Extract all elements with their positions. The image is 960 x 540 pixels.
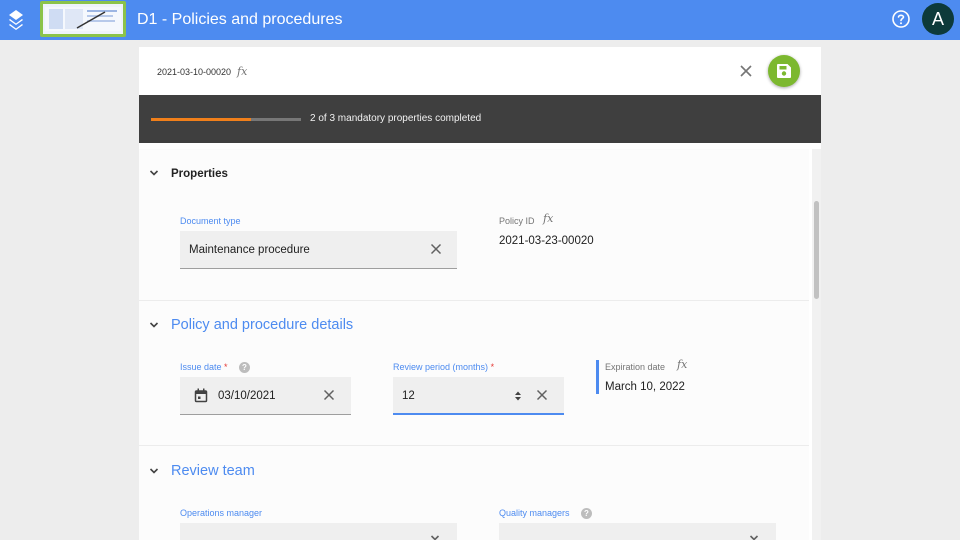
scrollbar-thumb[interactable]	[814, 201, 819, 299]
document-type-value: Maintenance procedure	[189, 244, 310, 256]
section-title-properties[interactable]: Properties	[171, 167, 228, 181]
progress-text: 2 of 3 mandatory properties completed	[310, 113, 482, 124]
save-button[interactable]	[768, 55, 800, 87]
scrollbar[interactable]	[812, 149, 821, 540]
expiration-indicator	[596, 360, 599, 394]
chevron-down-icon[interactable]	[149, 321, 159, 329]
floppy-disk-icon	[777, 64, 791, 78]
quality-managers-label: Quality managers	[499, 508, 570, 518]
calendar-icon[interactable]	[194, 388, 208, 403]
chevron-down-icon[interactable]	[430, 534, 440, 540]
document-header: 2021-03-10-00020 fx	[139, 47, 821, 95]
issue-date-value: 03/10/2021	[218, 390, 276, 402]
formula-icon[interactable]: fx	[677, 358, 687, 371]
document-panel: 2021-03-10-00020 fx 2 of 3 mandatory pro…	[139, 47, 821, 540]
section-divider	[139, 445, 809, 446]
section-divider	[139, 300, 809, 301]
document-thumbnail[interactable]	[40, 1, 126, 37]
review-period-field[interactable]: 12	[393, 377, 564, 415]
number-stepper-icon[interactable]	[514, 390, 522, 402]
operations-manager-field[interactable]	[180, 523, 457, 540]
review-period-label: Review period (months) *	[393, 362, 494, 373]
close-icon[interactable]	[739, 64, 753, 78]
section-title-details[interactable]: Policy and procedure details	[171, 316, 353, 334]
formula-icon[interactable]: fx	[543, 212, 553, 225]
review-period-label-text: Review period (months)	[393, 362, 489, 372]
progress-banner: 2 of 3 mandatory properties completed	[139, 95, 821, 143]
formula-icon[interactable]: fx	[237, 65, 247, 78]
question-circle-icon[interactable]	[891, 9, 911, 29]
policy-id-label: Policy ID	[499, 216, 535, 226]
issue-date-label: Issue date *	[180, 362, 228, 373]
required-marker: *	[224, 362, 228, 372]
clear-icon[interactable]	[430, 243, 442, 255]
section-title-review-team[interactable]: Review team	[171, 462, 255, 480]
help-icon[interactable]: ?	[581, 508, 592, 519]
chevron-down-icon[interactable]	[149, 467, 159, 475]
top-bar: D1 - Policies and procedures A	[0, 0, 960, 40]
help-icon[interactable]: ?	[239, 362, 250, 373]
required-marker: *	[490, 362, 495, 372]
expiration-date-value: March 10, 2022	[605, 381, 685, 393]
thumbnail-preview-icon	[45, 7, 121, 31]
clear-icon[interactable]	[323, 389, 335, 401]
document-type-label: Document type	[180, 216, 241, 226]
quality-managers-field[interactable]	[499, 523, 776, 540]
document-id: 2021-03-10-00020	[157, 67, 232, 77]
expiration-date-label: Expiration date	[605, 362, 666, 372]
chevron-down-icon[interactable]	[749, 534, 759, 540]
clear-icon[interactable]	[536, 389, 548, 401]
progress-bar	[151, 118, 301, 121]
operations-manager-label: Operations manager	[180, 508, 263, 518]
issue-date-label-text: Issue date	[180, 362, 222, 372]
progress-bar-fill	[151, 118, 252, 121]
chevron-down-icon[interactable]	[149, 169, 159, 177]
avatar[interactable]: A	[922, 3, 954, 35]
issue-date-field[interactable]: 03/10/2021	[180, 377, 351, 415]
document-type-field[interactable]: Maintenance procedure	[180, 231, 457, 269]
review-period-value: 12	[402, 390, 415, 402]
app-stack-icon[interactable]	[7, 9, 25, 31]
form-scroll-area[interactable]: Properties Document type Maintenance pro…	[139, 149, 809, 540]
policy-id-value: 2021-03-23-00020	[499, 235, 594, 247]
page-title: D1 - Policies and procedures	[137, 11, 343, 28]
